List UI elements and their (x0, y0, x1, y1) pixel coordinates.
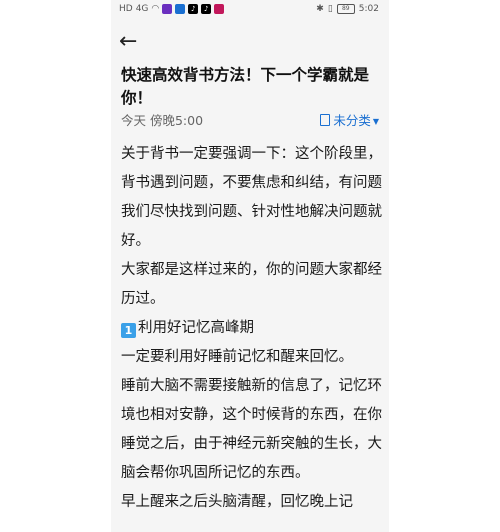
paragraph: 睡前大脑不需要接触新的信息了，记忆环境也相对安静，这个时候背的东西，在你睡觉之后… (121, 378, 382, 481)
note-meta: 今天 傍晚5:00 未分类 ▼ (121, 110, 383, 128)
paragraph: 关于背书一定要强调一下：这个阶段里，背书遇到问题，不要焦虑和纠结，有问题我们尽快… (121, 146, 382, 249)
paragraph: 一定要利用好睡前记忆和醒来回忆。 (121, 349, 353, 365)
section-heading-text: 利用好记忆高峰期 (138, 320, 254, 336)
category-label: 未分类 (333, 113, 371, 128)
app-icon (175, 4, 186, 14)
document-icon (320, 114, 331, 126)
app-icon (214, 4, 225, 14)
app-icon (162, 4, 173, 14)
paragraph: 早上醒来之后头脑清醒，回忆晚上记 (121, 494, 353, 510)
back-arrow-icon[interactable]: ← (119, 31, 141, 54)
clock: 5:02 (358, 4, 379, 14)
vibrate-icon: ▯ (327, 4, 333, 14)
bluetooth-icon: ✱ (316, 4, 324, 14)
wifi-icon: ◠ (151, 4, 160, 14)
section-heading: 1 利用好记忆高峰期 (121, 314, 383, 343)
note-date: 今天 傍晚5:00 (121, 113, 204, 128)
caret-down-icon: ▼ (372, 117, 379, 126)
status-bar: HD 4G ◠ ♪ ♪ ✱ ▯ 89 5:02 (111, 0, 389, 20)
battery-icon: 89 (336, 4, 355, 14)
note-title: 快速高效背书方法！下一个学霸就是你！ (121, 66, 370, 107)
phone-screen: HD 4G ◠ ♪ ♪ ✱ ▯ 89 5:02 ← 快速高效背书方法！下一个学霸… (111, 0, 389, 532)
network-label: HD (119, 4, 133, 14)
note-body[interactable]: 关于背书一定要强调一下：这个阶段里，背书遇到问题，不要焦虑和纠结，有问题我们尽快… (121, 140, 383, 517)
tiktok-icon: ♪ (188, 4, 199, 14)
status-left: HD 4G ◠ ♪ ♪ (119, 4, 225, 14)
signal-label: 4G (135, 4, 149, 14)
paragraph: 大家都是这样过来的，你的问题大家都经历过。 (121, 262, 382, 307)
keycap-number-icon: 1 (121, 323, 136, 338)
status-right: ✱ ▯ 89 5:02 (316, 4, 379, 14)
category-dropdown[interactable]: 未分类 ▼ (320, 110, 379, 129)
tiktok-icon: ♪ (201, 4, 212, 14)
